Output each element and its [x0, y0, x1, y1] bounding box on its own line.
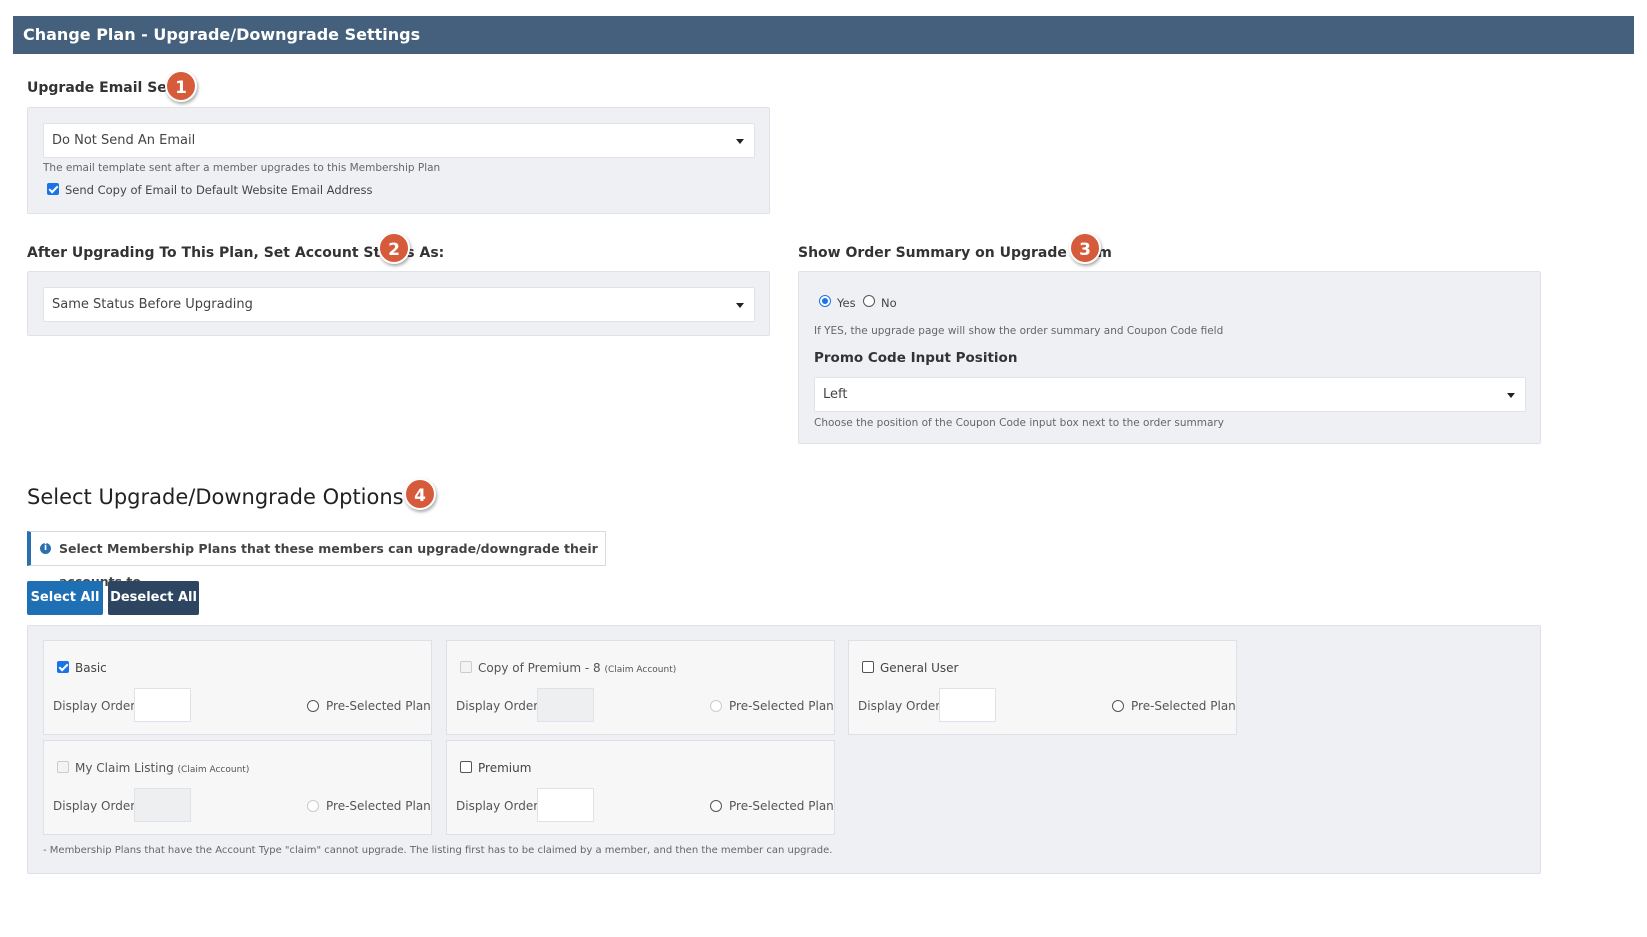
order-summary-yes-label: Yes: [837, 296, 856, 310]
promo-position-label: Promo Code Input Position: [814, 350, 1018, 366]
plan-name: General User: [880, 661, 959, 675]
upgrade-email-panel: Do Not Send An Email The email template …: [27, 107, 770, 214]
upgrade-email-select-value: Do Not Send An Email: [52, 133, 196, 148]
plan-name: Premium: [478, 761, 532, 775]
preselected-label: Pre-Selected Plan: [326, 699, 431, 713]
select-all-button[interactable]: Select All: [27, 581, 103, 615]
display-order-label: Display Order: [456, 799, 539, 813]
upgrade-email-label: Upgrade Email Sent: [27, 80, 184, 96]
preselected-radio[interactable]: [307, 700, 319, 712]
order-summary-help: If YES, the upgrade page will show the o…: [814, 325, 1224, 337]
step-badge-3: 3: [1069, 232, 1101, 264]
step-badge-1: 1: [165, 70, 197, 102]
order-summary-yes-radio[interactable]: [819, 295, 831, 307]
display-order-input[interactable]: [537, 688, 594, 722]
promo-position-help: Choose the position of the Coupon Code i…: [814, 417, 1224, 429]
account-status-select-value: Same Status Before Upgrading: [52, 297, 253, 312]
deselect-all-button[interactable]: Deselect All: [108, 581, 199, 615]
display-order-input[interactable]: [537, 788, 594, 822]
preselected-radio[interactable]: [307, 800, 319, 812]
preselected-radio[interactable]: [1112, 700, 1124, 712]
plan-name: My Claim Listing (Claim Account): [75, 761, 250, 775]
plans-footnote: - Membership Plans that have the Account…: [43, 845, 833, 856]
account-status-panel: Same Status Before Upgrading: [27, 271, 770, 336]
display-order-input[interactable]: [939, 688, 996, 722]
chevron-down-icon: [736, 303, 744, 308]
display-order-input[interactable]: [134, 788, 191, 822]
promo-position-select[interactable]: Left: [814, 377, 1526, 412]
upgrade-email-help: The email template sent after a member u…: [43, 162, 441, 174]
display-order-label: Display Order: [53, 799, 136, 813]
display-order-label: Display Order: [53, 699, 136, 713]
plan-card-general-user: General User Display Order Pre-Selected …: [848, 640, 1237, 735]
plan-checkbox[interactable]: [57, 761, 69, 773]
order-summary-label: Show Order Summary on Upgrade Form: [798, 245, 1112, 261]
preselected-radio[interactable]: [710, 800, 722, 812]
display-order-input[interactable]: [134, 688, 191, 722]
send-copy-checkbox[interactable]: [47, 183, 59, 195]
order-summary-panel: Yes No If YES, the upgrade page will sho…: [798, 271, 1541, 444]
step-badge-2: 2: [378, 232, 410, 264]
plan-name: Basic: [75, 661, 107, 675]
chevron-down-icon: [1507, 393, 1515, 398]
upgrade-email-select[interactable]: Do Not Send An Email: [43, 123, 755, 158]
plan-checkbox[interactable]: [460, 661, 472, 673]
upgrade-options-title: Select Upgrade/Downgrade Options: [27, 485, 404, 509]
step-badge-4: 4: [404, 478, 436, 510]
page-header: Change Plan - Upgrade/Downgrade Settings: [13, 16, 1634, 54]
send-copy-label: Send Copy of Email to Default Website Em…: [65, 183, 373, 197]
plan-checkbox[interactable]: [862, 661, 874, 673]
promo-position-select-value: Left: [823, 387, 848, 402]
page-title: Change Plan - Upgrade/Downgrade Settings: [23, 25, 421, 44]
preselected-label: Pre-Selected Plan: [326, 799, 431, 813]
account-status-select[interactable]: Same Status Before Upgrading: [43, 287, 755, 322]
plan-card-basic: Basic Display Order Pre-Selected Plan: [43, 640, 432, 735]
display-order-label: Display Order: [456, 699, 539, 713]
plan-name: Copy of Premium - 8 (Claim Account): [478, 661, 677, 675]
plan-checkbox[interactable]: [57, 661, 69, 673]
chevron-down-icon: [736, 139, 744, 144]
preselected-label: Pre-Selected Plan: [729, 699, 834, 713]
preselected-label: Pre-Selected Plan: [1131, 699, 1236, 713]
plan-tag: (Claim Account): [604, 665, 677, 675]
plan-tag: (Claim Account): [177, 765, 250, 775]
order-summary-no-radio[interactable]: [863, 295, 875, 307]
plan-card-premium: Premium Display Order Pre-Selected Plan: [446, 740, 835, 835]
order-summary-no-label: No: [881, 296, 897, 310]
display-order-label: Display Order: [858, 699, 941, 713]
plan-card-my-claim-listing: My Claim Listing (Claim Account) Display…: [43, 740, 432, 835]
plan-checkbox[interactable]: [460, 761, 472, 773]
preselected-radio[interactable]: [710, 700, 722, 712]
info-icon: i: [40, 543, 51, 554]
preselected-label: Pre-Selected Plan: [729, 799, 834, 813]
info-callout: i Select Membership Plans that these mem…: [27, 531, 606, 589]
plan-card-copy-of-premium: Copy of Premium - 8 (Claim Account) Disp…: [446, 640, 835, 735]
